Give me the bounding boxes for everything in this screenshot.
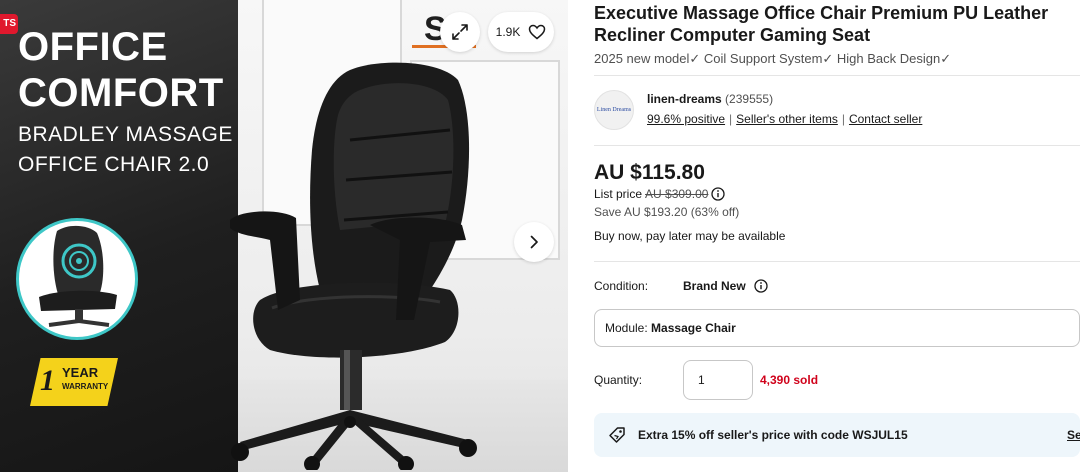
tag-icon: [609, 427, 625, 443]
seller-links: 99.6% positive | Seller's other items | Cont…: [647, 112, 922, 126]
promo-subtitle-line: BRADLEY MASSAGE: [18, 123, 233, 146]
seller-other-items-link[interactable]: Seller's other items: [736, 112, 838, 126]
divider: [594, 145, 1080, 146]
corner-badge: TS: [0, 14, 18, 34]
listing-title: Executive Massage Office Chair Premium P…: [594, 3, 1049, 45]
condition-label: Condition:: [594, 279, 649, 293]
info-icon[interactable]: [754, 279, 768, 293]
next-image-button[interactable]: [514, 222, 554, 262]
watch-count: 1.9K: [495, 25, 521, 39]
massage-feature-thumbnail: [16, 218, 138, 340]
promo-subtitle-line: OFFICE CHAIR 2.0: [18, 153, 210, 176]
separator: |: [729, 112, 733, 126]
divider: [594, 75, 1080, 76]
heart-icon: [529, 24, 546, 40]
coupon-text: Extra 15% off seller's price with code W…: [638, 428, 908, 442]
coupon-see-link[interactable]: Se: [1067, 428, 1080, 442]
condition-value: Brand New: [683, 279, 746, 293]
list-price-value: AU $309.00: [645, 187, 709, 201]
promo-title-line: OFFICE: [18, 25, 168, 69]
quantity-input[interactable]: 1: [683, 360, 753, 400]
coupon-banner: Extra 15% off seller's price with code W…: [594, 413, 1080, 457]
warranty-year: YEAR: [62, 365, 99, 380]
coupon-code: WSJUL15: [852, 428, 908, 442]
condition-value-row: Brand New: [683, 279, 768, 293]
sold-count: 4,390 sold: [760, 373, 819, 387]
list-price-row: List price AU $309.00: [594, 187, 726, 201]
module-label: Module:: [605, 321, 648, 335]
separator: |: [841, 112, 845, 126]
seller-positive-link[interactable]: 99.6% positive: [647, 112, 725, 126]
contact-seller-link[interactable]: Contact seller: [849, 112, 922, 126]
list-price-label: List price: [594, 187, 643, 201]
coupon-prefix: Extra 15% off seller's price with code: [638, 428, 853, 442]
info-icon[interactable]: [711, 187, 726, 201]
savings-text: Save AU $193.20 (63% off): [594, 205, 740, 219]
expand-icon: [452, 24, 468, 40]
massage-chair-thumbnail-image: [39, 225, 117, 327]
warranty-badge: 1 YEAR WARRANTY: [30, 358, 118, 406]
image-gallery[interactable]: TS OFFICE COMFORT BRADLEY MASSAGE OFFICE…: [0, 0, 568, 472]
quantity-label: Quantity:: [594, 373, 643, 387]
item-price: AU $115.80: [594, 161, 705, 184]
office-chair-image: [230, 62, 477, 470]
promo-subtitle: BRADLEY MASSAGE OFFICE CHAIR 2.0: [18, 120, 233, 180]
warranty-number: 1: [40, 364, 55, 397]
listing-details: Executive Massage Office Chair Premium P…: [594, 0, 1080, 472]
seller-avatar[interactable]: Linen Dreams: [594, 90, 634, 130]
watch-button[interactable]: 1.9K: [488, 12, 554, 52]
chevron-right-icon: [530, 235, 538, 249]
seller-logo-text: Linen Dreams: [596, 107, 632, 113]
seller-feedback-count: (239555): [725, 92, 774, 106]
expand-image-button[interactable]: [440, 12, 480, 52]
seller-name[interactable]: linen-dreams: [647, 92, 722, 106]
buy-now-pay-later-text: Buy now, pay later may be available: [594, 229, 786, 243]
seller-info: linen-dreams (239555): [647, 92, 773, 106]
module-select[interactable]: Module: Massage Chair: [594, 309, 1080, 347]
listing-subtitle: 2025 new model✓ Coil Support System✓ Hig…: [594, 51, 952, 66]
warranty-label: WARRANTY: [62, 382, 109, 391]
module-value: Massage Chair: [651, 321, 736, 335]
divider: [594, 261, 1080, 262]
promo-title-line: COMFORT: [18, 71, 224, 115]
promo-title: OFFICE COMFORT: [18, 24, 224, 116]
